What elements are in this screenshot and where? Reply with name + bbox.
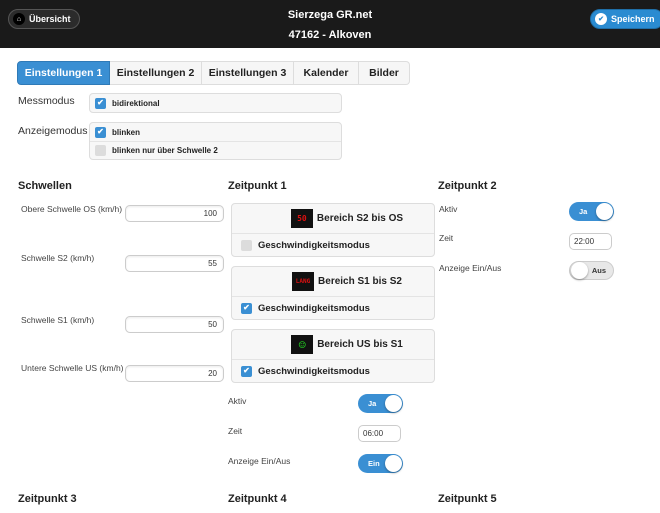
speed-mode-label: Geschwindigkeitsmodus: [258, 365, 370, 377]
messmodus-group: ✔ bidirektional: [89, 93, 342, 113]
checkbox-label: bidirektional: [112, 98, 160, 108]
toggle-label: Ja: [368, 399, 377, 408]
zp1-aktiv-toggle[interactable]: Ja: [358, 394, 403, 413]
toggle-knob: [385, 455, 402, 472]
checkbox-checked-icon: ✔: [95, 97, 106, 109]
speed-mode-label: Geschwindigkeitsmodus: [258, 302, 370, 314]
anzeigemodus-group: ✔ blinken blinken nur über Schwelle 2: [89, 122, 342, 160]
header-bar: ⌂ Übersicht Sierzega GR.net 47162 - Alko…: [0, 0, 660, 48]
checkbox-checked-icon: ✔: [241, 365, 252, 377]
tab-einstellungen-3[interactable]: Einstellungen 3: [202, 61, 294, 85]
zp2-aktiv-toggle[interactable]: Ja: [569, 202, 614, 221]
untere-schwelle-input[interactable]: 20: [125, 365, 224, 382]
zeitpunkt-4-title: Zeitpunkt 4: [228, 493, 287, 505]
checkbox-unchecked-icon: [95, 145, 106, 156]
speed-mode-checkbox[interactable]: ✔ Geschwindigkeitsmodus: [232, 297, 434, 319]
range-label: Bereich S1 bis S2: [318, 276, 402, 287]
untere-schwelle-label: Untere Schwelle US (km/h): [21, 363, 124, 373]
zp1-anzeige-label: Anzeige Ein/Aus: [228, 456, 291, 466]
zeitpunkt-1-title: Zeitpunkt 1: [228, 180, 287, 192]
zp2-zeit-label: Zeit: [439, 233, 454, 243]
messmodus-label: Messmodus: [18, 95, 75, 107]
speed-mode-checkbox[interactable]: ✔ Geschwindigkeitsmodus: [232, 360, 434, 382]
range-card-s1-s2: LANG Bereich S1 bis S2 ✔ Geschwindigkeit…: [231, 266, 435, 320]
tab-bilder[interactable]: Bilder: [359, 61, 410, 85]
tab-einstellungen-1[interactable]: Einstellungen 1: [17, 61, 110, 85]
toggle-label: Ja: [579, 207, 588, 216]
checkbox-label: blinken: [112, 127, 141, 137]
checkbox-blinken[interactable]: ✔ blinken: [90, 123, 341, 141]
zp1-zeit-label: Zeit: [228, 426, 243, 436]
checkbox-label: blinken nur über Schwelle 2: [112, 146, 218, 155]
checkbox-checked-icon: ✔: [95, 126, 106, 138]
range-card-us-s1: ☺ Bereich US bis S1 ✔ Geschwindigkeitsmo…: [231, 329, 435, 383]
anzeigemodus-label: Anzeigemodus: [18, 125, 88, 137]
zeitpunkt-3-title: Zeitpunkt 3: [18, 493, 77, 505]
range-label: Bereich US bis S1: [317, 339, 403, 350]
zp2-anzeige-label: Anzeige Ein/Aus: [439, 263, 502, 273]
schwelle-s2-label: Schwelle S2 (km/h): [21, 253, 95, 263]
checkbox-blinken-schwelle-2[interactable]: blinken nur über Schwelle 2: [90, 141, 341, 159]
smiley-sign-icon: ☺: [291, 335, 314, 354]
range-label: Bereich S2 bis OS: [316, 213, 404, 224]
range-header: ☺ Bereich US bis S1: [232, 330, 434, 360]
zp1-zeit-input[interactable]: 06:00: [358, 425, 401, 442]
zeitpunkt-5-title: Zeitpunkt 5: [438, 493, 497, 505]
speed-mode-label: Geschwindigkeitsmodus: [258, 239, 370, 251]
obere-schwelle-label: Obere Schwelle OS (km/h): [21, 204, 123, 214]
range-header: LANG Bereich S1 bis S2: [232, 267, 434, 297]
zp1-anzeige-toggle[interactable]: Ein: [358, 454, 403, 473]
toggle-knob: [596, 203, 613, 220]
range-header: 50 Bereich S2 bis OS: [232, 204, 434, 234]
save-button[interactable]: ✔ Speichern: [590, 9, 660, 29]
zp1-aktiv-label: Aktiv: [228, 396, 247, 406]
app-title: Sierzega GR.net: [287, 9, 373, 21]
zeitpunkt-2-title: Zeitpunkt 2: [438, 180, 497, 192]
checkbox-unchecked-icon: [241, 239, 252, 251]
toggle-label: Ein: [368, 459, 380, 468]
checkbox-bidirektional[interactable]: ✔ bidirektional: [90, 94, 341, 112]
schwelle-s2-input[interactable]: 55: [125, 255, 224, 272]
save-button-label: Speichern: [611, 14, 655, 24]
check-icon: ✔: [595, 13, 607, 25]
zp2-aktiv-label: Aktiv: [439, 204, 458, 214]
range-card-s2-os: 50 Bereich S2 bis OS Geschwindigkeitsmod…: [231, 203, 435, 257]
zp2-anzeige-toggle[interactable]: Aus: [569, 261, 614, 280]
zp2-zeit-input[interactable]: 22:00: [569, 233, 612, 250]
device-subtitle: 47162 - Alkoven: [288, 29, 372, 41]
checkbox-checked-icon: ✔: [241, 302, 252, 314]
schwellen-title: Schwellen: [18, 180, 72, 192]
schwelle-s1-input[interactable]: 50: [125, 316, 224, 333]
tab-kalender[interactable]: Kalender: [294, 61, 359, 85]
tab-bar: Einstellungen 1 Einstellungen 2 Einstell…: [17, 61, 410, 85]
schwelle-s1-label: Schwelle S1 (km/h): [21, 315, 95, 325]
obere-schwelle-input[interactable]: 100: [125, 205, 224, 222]
slow-sign-icon: LANG: [292, 272, 315, 291]
toggle-knob: [571, 262, 588, 279]
toggle-knob: [385, 395, 402, 412]
tab-einstellungen-2[interactable]: Einstellungen 2: [110, 61, 202, 85]
speed-mode-checkbox[interactable]: Geschwindigkeitsmodus: [232, 234, 434, 256]
toggle-label: Aus: [591, 266, 606, 275]
speed-sign-icon: 50: [290, 209, 313, 228]
